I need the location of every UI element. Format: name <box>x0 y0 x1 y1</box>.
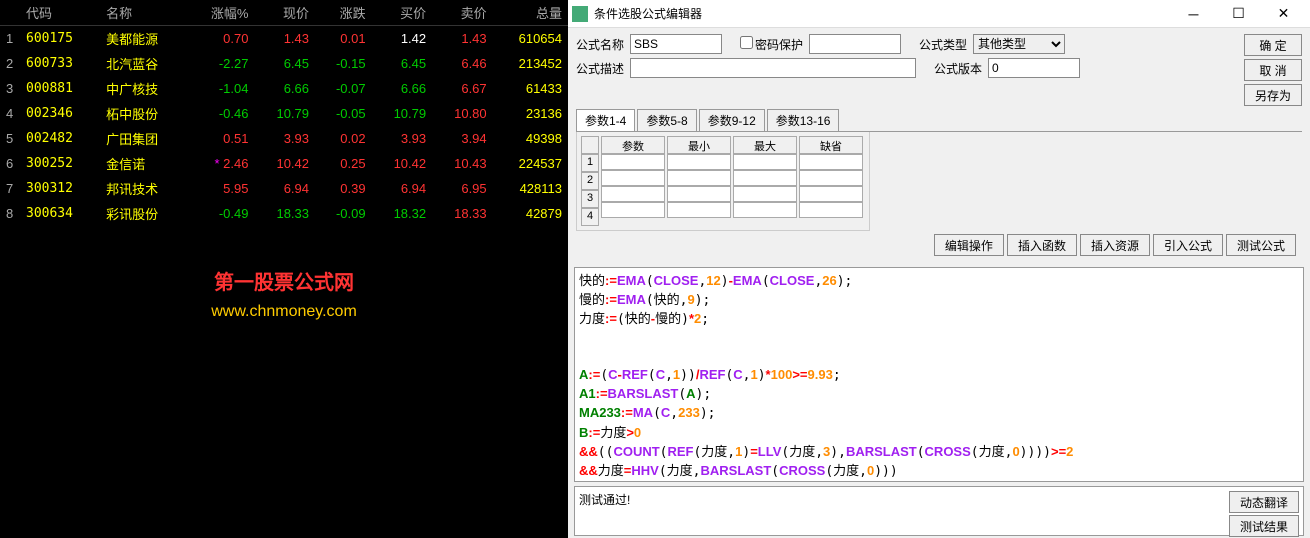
titlebar: 条件选股公式编辑器 ─ ☐ ✕ <box>568 0 1310 28</box>
stock-row[interactable]: 3000881中广核技-1.046.66-0.076.666.6761433 <box>0 76 568 101</box>
window-title: 条件选股公式编辑器 <box>594 5 1171 22</box>
formula-editor-window: 条件选股公式编辑器 ─ ☐ ✕ 公式名称 密码保护 公式类型 其他类型 公式描述 <box>568 0 1310 538</box>
input-desc[interactable] <box>630 58 916 78</box>
input-ver[interactable] <box>988 58 1080 78</box>
watermark-title: 第一股票公式网 <box>0 266 568 295</box>
col-header[interactable] <box>0 0 20 26</box>
app-icon <box>572 6 588 22</box>
col-header[interactable]: 代码 <box>20 0 100 26</box>
label-type: 公式类型 <box>919 36 967 53</box>
tab-0[interactable]: 参数1-4 <box>576 109 635 131</box>
cancel-button[interactable]: 取 消 <box>1244 59 1302 81</box>
param-cell[interactable] <box>799 202 863 218</box>
stock-row[interactable]: 6300252金信诺* 2.4610.420.2510.4210.4322453… <box>0 151 568 176</box>
watermark-url: www.chnmoney.com <box>0 303 568 321</box>
stock-table: 代码名称涨幅%现价涨跌买价卖价总量 1600175美都能源0.701.430.0… <box>0 0 568 226</box>
close-button[interactable]: ✕ <box>1261 0 1306 28</box>
param-cell[interactable] <box>601 154 665 170</box>
param-cell[interactable] <box>601 170 665 186</box>
param-cell[interactable] <box>799 170 863 186</box>
col-header[interactable]: 涨幅% <box>187 0 254 26</box>
saveas-button[interactable]: 另存为 <box>1244 84 1302 106</box>
result-text: 测试通过! <box>579 491 1229 531</box>
param-cell[interactable] <box>733 154 797 170</box>
param-cell[interactable] <box>601 202 665 218</box>
stock-row[interactable]: 4002346柘中股份-0.4610.79-0.0510.7910.802313… <box>0 101 568 126</box>
tab-2[interactable]: 参数9-12 <box>699 109 765 131</box>
stock-panel: 代码名称涨幅%现价涨跌买价卖价总量 1600175美都能源0.701.430.0… <box>0 0 568 538</box>
col-header[interactable]: 总量 <box>493 0 568 26</box>
col-header[interactable]: 涨跌 <box>315 0 372 26</box>
maximize-button[interactable]: ☐ <box>1216 0 1261 28</box>
label-name: 公式名称 <box>576 36 624 53</box>
watermark: 第一股票公式网 www.chnmoney.com <box>0 266 568 321</box>
ok-button[interactable]: 确 定 <box>1244 34 1302 56</box>
param-cell[interactable] <box>667 186 731 202</box>
test-result-button[interactable]: 测试结果 <box>1229 515 1299 537</box>
param-cell[interactable] <box>667 154 731 170</box>
stock-row[interactable]: 5002482广田集团0.513.930.023.933.9449398 <box>0 126 568 151</box>
col-header[interactable]: 卖价 <box>432 0 493 26</box>
test-button[interactable]: 测试公式 <box>1226 234 1296 256</box>
form-area: 公式名称 密码保护 公式类型 其他类型 公式描述 公式版本 确 定 取 消 另存… <box>568 28 1310 265</box>
checkbox-pwd[interactable] <box>740 36 753 49</box>
label-pwd: 密码保护 <box>755 38 803 52</box>
insert-res-button[interactable]: 插入资源 <box>1080 234 1150 256</box>
input-name[interactable] <box>630 34 722 54</box>
dyn-translate-button[interactable]: 动态翻译 <box>1229 491 1299 513</box>
param-cell[interactable] <box>799 154 863 170</box>
import-button[interactable]: 引入公式 <box>1153 234 1223 256</box>
select-type[interactable]: 其他类型 <box>973 34 1065 54</box>
stock-row[interactable]: 1600175美都能源0.701.430.011.421.43610654 <box>0 26 568 52</box>
param-cell[interactable] <box>799 186 863 202</box>
tab-1[interactable]: 参数5-8 <box>637 109 696 131</box>
param-tabs: 参数1-4参数5-8参数9-12参数13-16 <box>576 109 1302 132</box>
label-desc: 公式描述 <box>576 60 624 77</box>
code-editor[interactable]: 快的:=EMA(CLOSE,12)-EMA(CLOSE,26); 慢的:=EMA… <box>574 267 1304 482</box>
param-cell[interactable] <box>733 186 797 202</box>
param-cell[interactable] <box>733 202 797 218</box>
param-cell[interactable] <box>667 202 731 218</box>
input-pwd[interactable] <box>809 34 901 54</box>
edit-ops-button[interactable]: 编辑操作 <box>934 234 1004 256</box>
stock-row[interactable]: 2600733北汽蓝谷-2.276.45-0.156.456.46213452 <box>0 51 568 76</box>
code-toolbar: 编辑操作 插入函数 插入资源 引入公式 测试公式 <box>576 231 1302 259</box>
stock-row[interactable]: 8300634彩讯股份-0.4918.33-0.0918.3218.334287… <box>0 201 568 226</box>
col-header[interactable]: 现价 <box>254 0 315 26</box>
minimize-button[interactable]: ─ <box>1171 0 1216 28</box>
tab-3[interactable]: 参数13-16 <box>767 109 840 131</box>
param-cell[interactable] <box>667 170 731 186</box>
stock-row[interactable]: 7300312邦讯技术5.956.940.396.946.95428113 <box>0 176 568 201</box>
col-header[interactable]: 名称 <box>100 0 187 26</box>
label-ver: 公式版本 <box>934 60 982 77</box>
col-header[interactable]: 买价 <box>372 0 433 26</box>
insert-fn-button[interactable]: 插入函数 <box>1007 234 1077 256</box>
param-cell[interactable] <box>601 186 665 202</box>
param-grid: 1234参数最小最大缺省 <box>576 132 870 231</box>
param-cell[interactable] <box>733 170 797 186</box>
result-area: 测试通过! 动态翻译 测试结果 <box>574 486 1304 536</box>
